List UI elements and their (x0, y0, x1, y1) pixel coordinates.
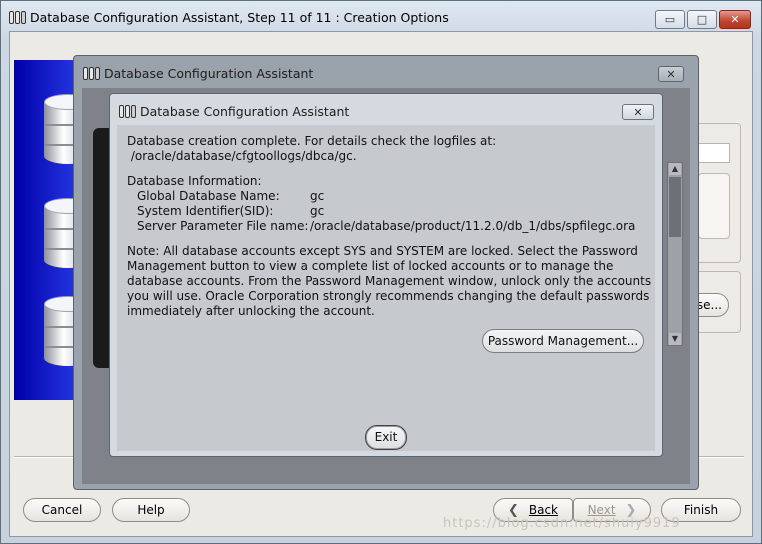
options-field (698, 143, 730, 163)
password-management-button[interactable]: Password Management... (482, 329, 644, 353)
progress-scrollbar[interactable]: ▲ ▼ (667, 162, 683, 346)
progress-dialog-close-button[interactable]: ✕ (658, 66, 684, 82)
options-box (698, 173, 730, 239)
logfile-path: /oracle/database/cfgtoollogs/dbca/gc. (127, 149, 357, 163)
global-db-name-value: gc (310, 189, 325, 203)
completion-dialog: Database Configuration Assistant ✕ Datab… (109, 93, 663, 457)
sid-label: System Identifier(SID): (137, 204, 274, 218)
spfile-label: Server Parameter File name: (137, 219, 309, 233)
cancel-button[interactable]: Cancel (23, 498, 101, 522)
help-button[interactable]: Help (112, 498, 190, 522)
exit-button-label: Exit (374, 430, 398, 444)
completion-dialog-close-button[interactable]: ✕ (622, 104, 654, 120)
browse-button-label: se... (696, 298, 722, 312)
close-button[interactable]: ✕ (719, 10, 751, 29)
window-title-bar: Database Configuration Assistant, Step 1… (9, 10, 449, 25)
database-icon (9, 10, 26, 25)
exit-button[interactable]: Exit (365, 425, 407, 450)
window-title: Database Configuration Assistant, Step 1… (30, 10, 449, 25)
password-management-label: Password Management... (487, 333, 639, 348)
completion-message: Database creation complete. For details … (127, 134, 497, 148)
completion-dialog-title-bar: Database Configuration Assistant (119, 104, 349, 119)
note-line: database accounts. From the Password Man… (127, 274, 652, 288)
minimize-button[interactable]: ▭ (655, 10, 685, 29)
back-button-label: Back (528, 503, 559, 517)
cancel-button-label: Cancel (41, 503, 83, 517)
completion-dialog-body: Database creation complete. For details … (117, 125, 655, 451)
scroll-down-icon[interactable]: ▼ (669, 333, 681, 345)
note-line: you will use. Oracle Corporation strongl… (127, 289, 650, 303)
progress-dialog-title: Database Configuration Assistant (104, 66, 314, 81)
next-button-label: Next (587, 503, 616, 517)
global-db-name-label: Global Database Name: (137, 189, 280, 203)
info-header: Database Information: (127, 174, 262, 188)
help-button-label: Help (137, 503, 165, 517)
window-caption-buttons: ▭ □ ✕ (655, 10, 751, 29)
scroll-thumb[interactable] (669, 177, 681, 237)
finish-button-label: Finish (683, 503, 719, 517)
completion-dialog-title: Database Configuration Assistant (140, 104, 350, 119)
watermark-text: https://blog.csdn.net/shuiy9919 (443, 516, 681, 531)
sid-value: gc (310, 204, 325, 218)
database-icon (83, 66, 100, 81)
note-line: Management button to view a complete lis… (127, 259, 614, 273)
database-icon (119, 104, 136, 119)
note-line: Note: All database accounts except SYS a… (127, 244, 638, 258)
scroll-up-icon[interactable]: ▲ (669, 163, 681, 175)
progress-dialog-title-bar: Database Configuration Assistant (83, 66, 313, 81)
spfile-value: /oracle/database/product/11.2.0/db_1/dbs… (310, 219, 636, 233)
note-line: immediately after unlocking the account. (127, 304, 375, 318)
maximize-button[interactable]: □ (687, 10, 717, 29)
